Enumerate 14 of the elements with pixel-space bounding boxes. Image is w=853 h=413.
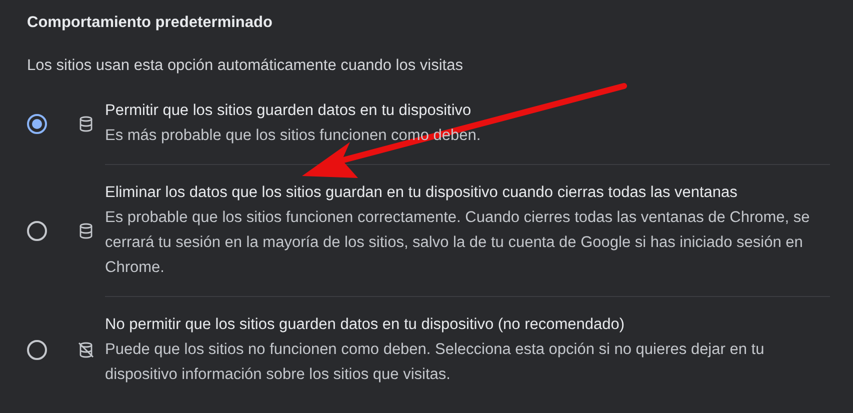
option-description: Es más probable que los sitios funcionen como deben. xyxy=(105,126,482,146)
database-icon xyxy=(77,222,95,240)
radio-button[interactable] xyxy=(27,220,47,240)
database-icon xyxy=(77,114,95,132)
radio-button[interactable] xyxy=(27,340,47,360)
option-label: Permitir que los sitios guarden datos en tu dispositivo xyxy=(105,101,472,121)
option-label: No permitir que los sitios guarden datos en tu dispositivo (no recomendado) xyxy=(105,315,626,335)
option-description: Es probable que los sitios funcionen correctamente. Cuando cierres todas las ventanas de Chrome, se cerrará tu sesión en la mayoría de los sitios, salvo la de tu cuenta de Google si has iniciado sesión en Chrome. xyxy=(105,208,810,278)
section-subtitle: Los sitios usan esta opción automáticamente cuando los visitas xyxy=(27,56,464,76)
option-description: Puede que los sitios no funcionen como deben. Selecciona esta opción si no quieres dejar en tu dispositivo información sobre los sitios que visitas. xyxy=(105,340,766,385)
radio-button[interactable] xyxy=(27,114,47,134)
section-title: Comportamiento predeterminado xyxy=(27,13,274,33)
option-label: Eliminar los datos que los sitios guardan en tu dispositivo cuando cierras todas las ventanas xyxy=(105,183,738,203)
database-off-icon xyxy=(77,341,95,359)
